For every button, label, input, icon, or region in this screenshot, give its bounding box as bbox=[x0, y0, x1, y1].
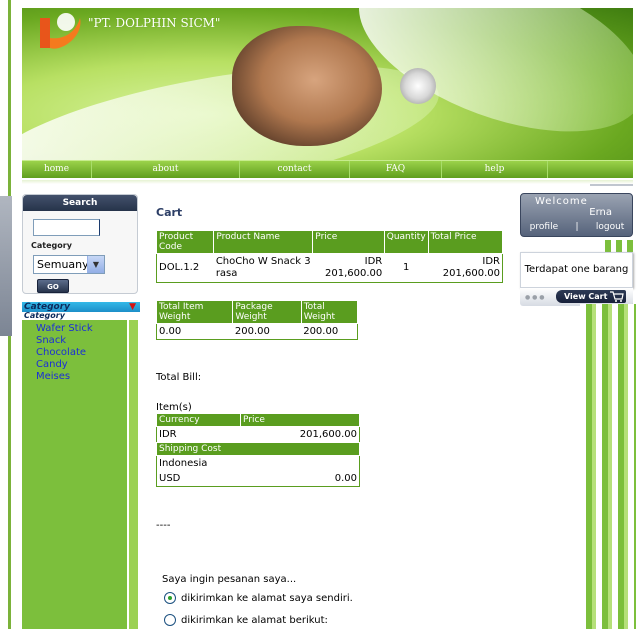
radio-own-address[interactable]: dikirimkan ke alamat saya sendiri. bbox=[164, 592, 353, 604]
category-link-candy[interactable]: Candy bbox=[36, 359, 140, 371]
page-title: Cart bbox=[156, 206, 183, 219]
cell-quantity: 1 bbox=[403, 262, 410, 273]
welcome-links: profile | logout bbox=[521, 222, 633, 232]
order-prompt: Saya ingin pesanan saya... bbox=[162, 574, 297, 585]
left-gray-tab bbox=[0, 196, 12, 336]
col-quantity: Quantity bbox=[383, 230, 429, 254]
welcome-title: Welcome bbox=[535, 196, 588, 207]
table-row: USD 0.00 bbox=[157, 471, 360, 487]
shipping-header-row: Shipping Cost bbox=[156, 442, 360, 456]
category-select[interactable]: Semuanya ▼ bbox=[33, 255, 105, 274]
left-edge-strip bbox=[0, 0, 14, 629]
category-panel-stripe-inner bbox=[129, 320, 138, 629]
main-content: Cart Product Code Product Name Price Qua… bbox=[148, 194, 508, 629]
cart-header-row: Product Code Product Name Price Quantity… bbox=[155, 230, 504, 254]
radio-other-address[interactable]: dikirimkan ke alamat berikut: bbox=[164, 614, 328, 626]
radio-other-address-label: dikirimkan ke alamat berikut: bbox=[181, 614, 328, 626]
triangle-down-icon[interactable]: ▼ bbox=[129, 302, 136, 312]
col-total-price: Total Price bbox=[427, 230, 504, 254]
table-row: 0.00 200.00 200.00 bbox=[157, 324, 358, 340]
bill-header-row: Currency Price bbox=[156, 413, 360, 427]
cell-product-name: ChoCho W Snack 3 rasa bbox=[215, 256, 311, 279]
weight-header-row: Total Item Weight Package Weight Total W… bbox=[155, 300, 359, 324]
nav-faq[interactable]: FAQ bbox=[350, 161, 442, 178]
category-panel-subtitle: Category bbox=[24, 311, 65, 320]
cell-total-weight: 200.00 bbox=[303, 326, 339, 337]
banner-photo bbox=[232, 26, 382, 146]
nav-divider bbox=[22, 180, 633, 184]
weight-table: Total Item Weight Package Weight Total W… bbox=[155, 300, 359, 340]
cell-total-price: IDR 201,600.00 bbox=[442, 256, 500, 279]
col-product-name: Product Name bbox=[213, 230, 314, 254]
col-package-weight: Package Weight bbox=[232, 300, 302, 324]
cell-bill-price: 201,600.00 bbox=[299, 429, 357, 440]
nav-divider-right bbox=[590, 184, 633, 186]
col-product-code: Product Code bbox=[155, 230, 215, 254]
header-banner: "PT. DOLPHIN SICM" bbox=[22, 8, 633, 160]
cell-shipping-price: 0.00 bbox=[334, 473, 357, 484]
col-total-item-weight: Total Item Weight bbox=[155, 300, 234, 324]
category-link-meises[interactable]: Meises bbox=[36, 371, 140, 383]
brand-name: "PT. DOLPHIN SICM" bbox=[88, 16, 221, 30]
category-link-chocolate[interactable]: Chocolate bbox=[36, 347, 140, 359]
cell-currency: IDR bbox=[159, 429, 177, 440]
category-link-wafer-stick[interactable]: Wafer Stick bbox=[36, 323, 140, 335]
go-button[interactable]: GO bbox=[37, 279, 69, 293]
category-panel-header[interactable]: Category Category ▼ bbox=[22, 302, 140, 320]
welcome-panel: Welcome Erna profile | logout bbox=[520, 193, 633, 237]
radio-button-selected[interactable] bbox=[164, 592, 176, 604]
col-price: Price bbox=[312, 230, 385, 254]
nav-home[interactable]: home bbox=[22, 161, 92, 178]
col-currency: Currency bbox=[156, 413, 241, 427]
table-row: Indonesia bbox=[157, 456, 360, 472]
cart-icon bbox=[610, 291, 624, 302]
main-nav: home about contact FAQ help bbox=[22, 160, 633, 178]
dots-icon: ● ● ● bbox=[525, 294, 545, 301]
cell-package-weight: 200.00 bbox=[234, 326, 270, 337]
table-row: DOL.1.2 ChoCho W Snack 3 rasa IDR 201,60… bbox=[157, 254, 503, 283]
search-input[interactable] bbox=[33, 219, 100, 236]
shipping-cost-header: Shipping Cost bbox=[156, 442, 360, 456]
nav-help[interactable]: help bbox=[442, 161, 548, 178]
profile-link[interactable]: profile bbox=[530, 222, 558, 232]
radio-own-address-label: dikirimkan ke alamat saya sendiri. bbox=[181, 592, 353, 604]
bill-table: Currency Price IDR 201,600.00 Shipping C… bbox=[156, 413, 360, 487]
category-list: Wafer Stick Snack Chocolate Candy Meises bbox=[22, 320, 140, 383]
view-cart-button[interactable]: View Cart bbox=[556, 290, 626, 303]
cell-product-code: DOL.1.2 bbox=[159, 262, 200, 273]
welcome-user-name: Erna bbox=[589, 207, 612, 218]
col-bill-price: Price bbox=[240, 413, 360, 427]
cell-price: IDR 201,600.00 bbox=[324, 256, 383, 279]
category-label: Category bbox=[31, 241, 72, 250]
nav-empty bbox=[548, 161, 633, 178]
items-label: Item(s) bbox=[156, 402, 192, 413]
cell-shipping-country: Indonesia bbox=[159, 458, 208, 469]
search-title: Search bbox=[23, 195, 137, 211]
logout-link[interactable]: logout bbox=[596, 222, 624, 232]
category-panel: Category Category ▼ Wafer Stick Snack Ch… bbox=[22, 302, 140, 629]
search-panel: Search Category Semuanya ▼ GO bbox=[22, 194, 138, 294]
nav-contact[interactable]: contact bbox=[240, 161, 350, 178]
dolphin-logo-icon bbox=[40, 13, 81, 49]
cell-shipping-currency: USD bbox=[159, 473, 181, 484]
link-separator: | bbox=[575, 222, 579, 232]
radio-button[interactable] bbox=[164, 614, 176, 626]
nav-about[interactable]: about bbox=[92, 161, 240, 178]
headphone-icon bbox=[400, 68, 436, 104]
view-cart-label: View Cart bbox=[564, 292, 608, 301]
total-bill-label: Total Bill: bbox=[156, 372, 202, 383]
cart-table: Product Code Product Name Price Quantity… bbox=[155, 230, 504, 283]
separator-dashes: ---- bbox=[156, 520, 171, 531]
col-total-weight: Total Weight bbox=[300, 300, 359, 324]
table-row: IDR 201,600.00 bbox=[157, 427, 360, 443]
decorative-stripes bbox=[580, 304, 636, 629]
cart-info-box: Terdapat one barang bbox=[520, 252, 633, 288]
chevron-down-icon[interactable]: ▼ bbox=[87, 256, 104, 273]
left-sidebar: Search Category Semuanya ▼ GO Category C… bbox=[22, 194, 140, 629]
cell-total-item-weight: 0.00 bbox=[159, 326, 182, 337]
category-link-snack[interactable]: Snack bbox=[36, 335, 140, 347]
